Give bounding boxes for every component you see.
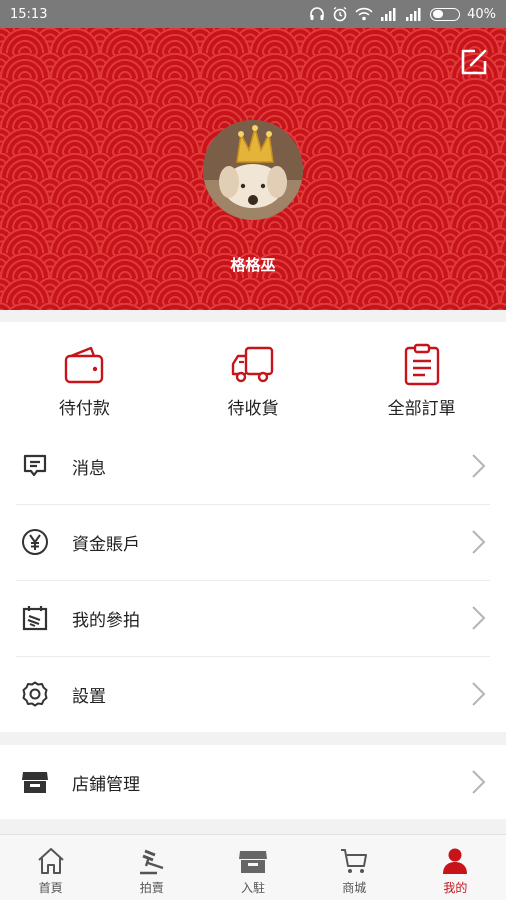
bottom-tab-bar: 首頁 拍賣 入駐 商城 我的	[0, 834, 506, 900]
menu-label: 資金賬戶	[72, 534, 140, 555]
chevron-right-icon	[472, 454, 486, 478]
chevron-right-icon	[472, 530, 486, 554]
menu-label: 我的參拍	[72, 610, 140, 631]
status-icons: 40%	[309, 6, 496, 22]
order-label: 待付款	[58, 399, 110, 419]
profile-header: 格格巫	[0, 28, 506, 310]
avatar-image	[203, 120, 303, 220]
chevron-right-icon	[472, 606, 486, 630]
cart-icon	[341, 849, 368, 873]
clipboard-icon	[404, 343, 439, 386]
chevron-right-icon	[472, 682, 486, 706]
status-bar: 15:13 40%	[0, 0, 506, 28]
order-label: 全部訂單	[387, 399, 456, 419]
message-icon	[20, 451, 50, 481]
shop-icon	[239, 851, 267, 873]
tab-mall[interactable]: 商城	[304, 835, 405, 900]
order-label: 待收貨	[227, 399, 279, 419]
menu-label: 店鋪管理	[72, 774, 140, 795]
battery-percent: 40%	[467, 6, 496, 22]
signal-icon-2	[405, 7, 423, 21]
home-icon	[37, 848, 64, 874]
wallet-icon	[65, 346, 104, 384]
username: 格格巫	[230, 256, 276, 274]
order-pending-payment[interactable]: 待付款	[0, 322, 169, 428]
avatar[interactable]	[203, 120, 303, 220]
menu-label: 設置	[72, 686, 106, 707]
tab-label: 入駐	[241, 881, 266, 895]
edit-profile-button[interactable]	[458, 46, 490, 78]
battery-level	[432, 10, 443, 18]
edit-icon	[461, 49, 487, 75]
auction-board-icon	[20, 603, 50, 633]
menu-list: 消息 資金賬戶 我的參拍 設置	[0, 428, 506, 732]
alarm-icon	[332, 6, 348, 22]
menu-list-store: 店鋪管理	[0, 745, 506, 819]
tab-auction[interactable]: 拍賣	[101, 835, 202, 900]
battery-icon	[430, 7, 461, 21]
person-icon	[443, 848, 468, 874]
chevron-right-icon	[472, 770, 486, 794]
tab-label: 我的	[443, 881, 468, 895]
menu-item-account[interactable]: 資金賬戶	[0, 504, 506, 580]
tab-label: 拍賣	[139, 881, 164, 895]
yen-icon	[20, 527, 50, 557]
wifi-icon	[355, 7, 373, 21]
order-shortcuts: 待付款 待收貨 全部訂單	[0, 322, 506, 428]
order-pending-delivery[interactable]: 待收貨	[169, 322, 338, 428]
tab-label: 商城	[342, 881, 367, 895]
truck-icon	[231, 346, 274, 383]
tab-join[interactable]: 入駐	[202, 835, 303, 900]
menu-item-messages[interactable]: 消息	[0, 428, 506, 504]
menu-item-settings[interactable]: 設置	[0, 656, 506, 732]
tab-label: 首頁	[38, 881, 63, 895]
store-icon	[20, 767, 50, 797]
status-time: 15:13	[10, 6, 48, 22]
tab-home[interactable]: 首頁	[0, 835, 101, 900]
tab-mine[interactable]: 我的	[405, 835, 506, 900]
menu-label: 消息	[72, 458, 106, 479]
menu-item-store-management[interactable]: 店鋪管理	[0, 745, 506, 819]
order-all[interactable]: 全部訂單	[337, 322, 506, 428]
gear-icon	[20, 679, 50, 709]
headphones-icon	[309, 6, 325, 22]
signal-icon-1	[380, 7, 398, 21]
menu-item-my-auctions[interactable]: 我的參拍	[0, 580, 506, 656]
gavel-icon	[139, 849, 164, 875]
